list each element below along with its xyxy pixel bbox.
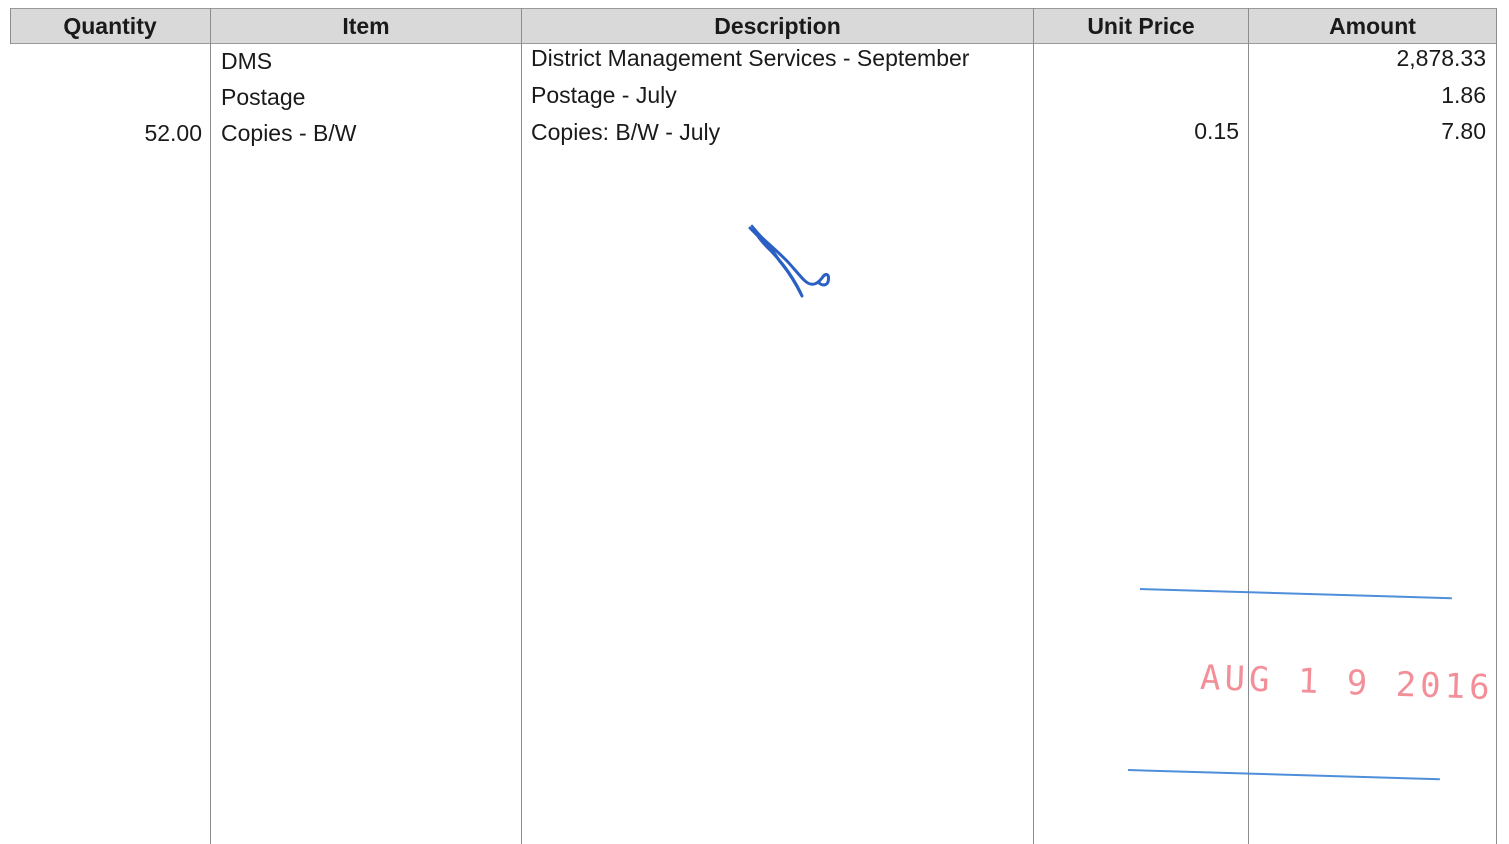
column-divider [1248,8,1249,844]
column-divider [1496,8,1497,844]
cell-item: Postage [221,84,306,110]
cell-unit-price: 0.15 [1194,118,1239,144]
column-divider [521,8,522,844]
cell-description: District Management Services - September [531,45,970,71]
cell-item: Copies - B/W [221,120,357,146]
cell-amount: 2,878.33 [1396,45,1486,71]
column-divider [1033,8,1034,844]
invoice-line-items-table: Quantity Item Description Unit Price Amo… [0,0,1509,844]
cell-description: Copies: B/W - July [531,119,721,145]
cell-item: DMS [221,48,273,74]
header-unit-price: Unit Price [1034,8,1248,44]
header-item: Item [211,8,521,44]
handwritten-initials [748,224,830,298]
header-description: Description [522,8,1033,44]
cell-description: Postage - July [531,82,677,108]
cell-quantity: 52.00 [144,120,202,146]
column-divider [210,8,211,844]
stamp-line-bottom [1127,769,1440,781]
cell-amount: 1.86 [1441,82,1486,108]
header-amount: Amount [1249,8,1496,44]
stamp-line-top [1139,588,1452,600]
column-divider [10,8,11,44]
cell-amount: 7.80 [1441,118,1486,144]
stamp-date: AUG 1 9 2016 [1199,657,1495,709]
header-quantity: Quantity [10,8,210,44]
